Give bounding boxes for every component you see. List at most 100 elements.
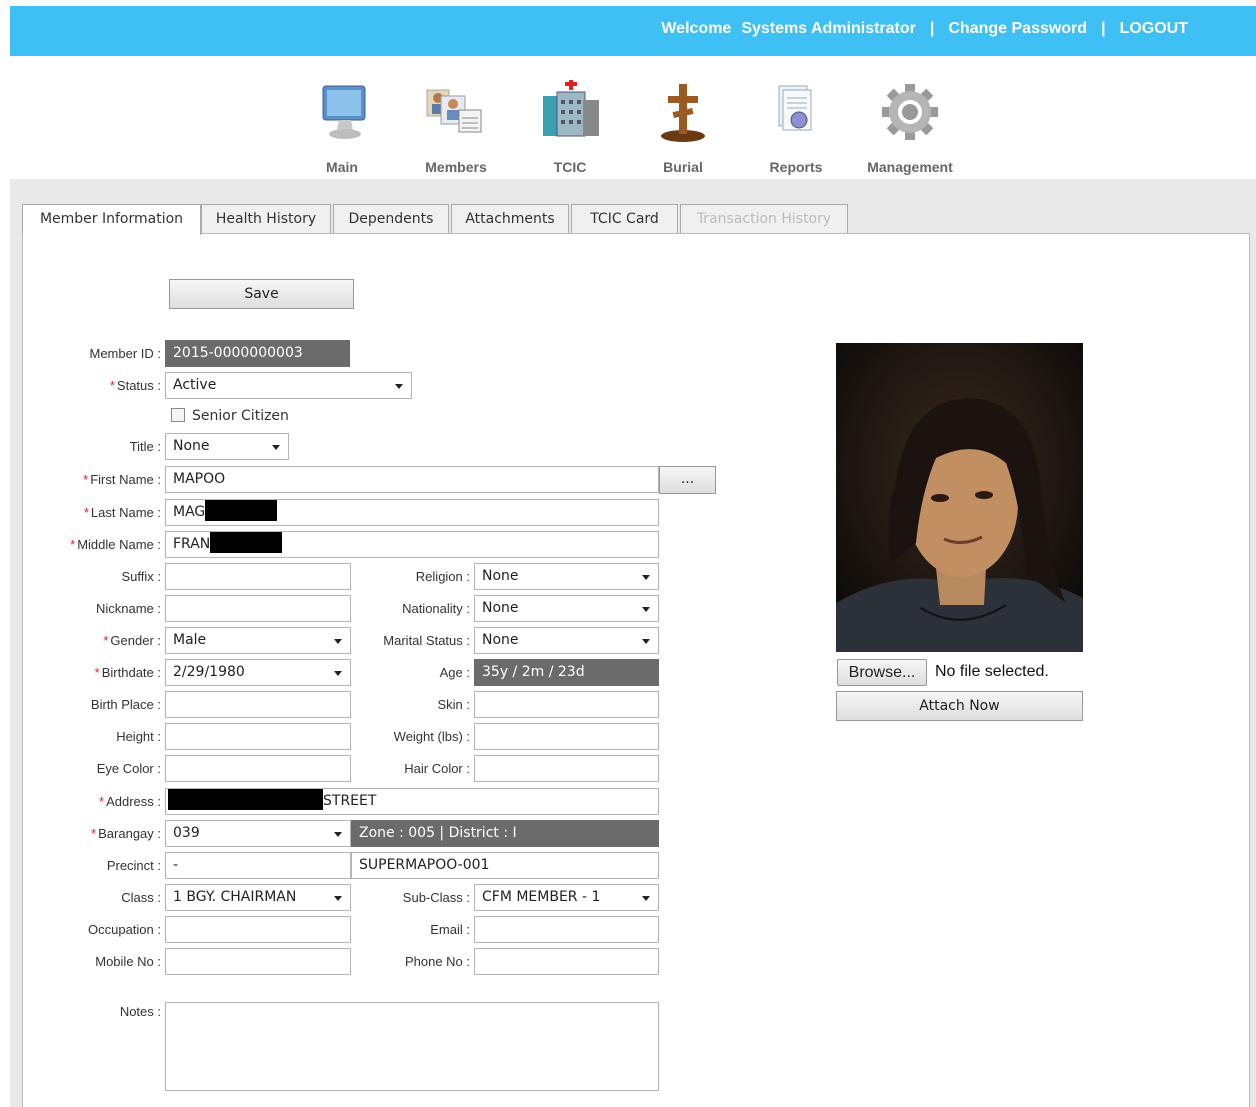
weight-input[interactable] — [474, 723, 659, 750]
precinct-code-field[interactable]: SUPERMAPOO-001 — [351, 852, 659, 879]
weight-label: Weight (lbs) : — [393, 729, 470, 744]
nav-tcic[interactable]: TCIC — [515, 78, 625, 175]
member-id-field: 2015-0000000003 — [165, 340, 350, 367]
birthdate-picker[interactable]: 2/29/1980 — [165, 659, 351, 686]
eye-color-label: Eye Color : — [96, 761, 161, 776]
tab-attachments[interactable]: Attachments — [451, 204, 569, 234]
members-icon — [401, 80, 511, 144]
precinct-input[interactable]: - — [165, 852, 351, 879]
email-label: Email : — [430, 922, 470, 937]
tab-tcic-card[interactable]: TCIC Card — [571, 204, 678, 234]
hospital-building-icon — [515, 78, 625, 144]
gender-select[interactable]: Male — [165, 627, 351, 654]
age-field: 35y / 2m / 23d — [474, 659, 659, 686]
top-bar: Welcome Systems Administrator | Change P… — [10, 6, 1256, 56]
header-separator: | — [929, 20, 935, 37]
redaction-box — [210, 532, 283, 553]
header-links: Welcome Systems Administrator | Change P… — [661, 20, 1188, 38]
attach-now-button[interactable]: Attach Now — [836, 691, 1083, 721]
title-label: Title : — [129, 439, 161, 454]
title-select[interactable]: None — [165, 433, 289, 460]
redaction-box — [205, 500, 278, 521]
occupation-input[interactable] — [165, 916, 351, 943]
hair-color-label: Hair Color : — [404, 761, 470, 776]
address-label: * Address : — [99, 794, 161, 809]
save-button[interactable]: Save — [169, 279, 354, 309]
mobile-no-input[interactable] — [165, 948, 351, 975]
nationality-select[interactable]: None — [474, 595, 659, 622]
change-password-link[interactable]: Change Password — [948, 20, 1087, 38]
middle-name-label: * Middle Name : — [70, 537, 161, 552]
last-name-input[interactable]: MAG — [165, 499, 659, 526]
birth-place-input[interactable] — [165, 691, 351, 718]
zone-district-field: Zone : 005 | District : I — [351, 820, 659, 847]
birthdate-label: * Birthdate : — [94, 665, 161, 680]
browse-button[interactable]: Browse... — [837, 659, 927, 686]
status-select[interactable]: Active — [165, 372, 412, 399]
header-separator: | — [1101, 20, 1106, 37]
barangay-select[interactable]: 039 — [165, 820, 351, 847]
first-name-lookup-button[interactable]: ... — [659, 466, 716, 494]
height-label: Height : — [116, 729, 161, 744]
report-document-icon — [741, 80, 851, 144]
suffix-input[interactable] — [165, 563, 351, 590]
member-photo — [836, 343, 1083, 652]
religion-select[interactable]: None — [474, 563, 659, 590]
senior-citizen-label: Senior Citizen — [192, 408, 289, 424]
nav-reports[interactable]: Reports — [741, 80, 851, 175]
member-id-label: Member ID : — [89, 346, 161, 361]
email-input[interactable] — [474, 916, 659, 943]
nav-reports-label: Reports — [769, 159, 823, 175]
barangay-label: * Barangay : — [91, 826, 161, 841]
gear-icon — [855, 80, 965, 144]
senior-citizen-checkbox[interactable] — [171, 408, 185, 422]
welcome-text: Welcome — [661, 20, 732, 37]
nav-management[interactable]: Management — [855, 80, 965, 175]
redaction-box — [168, 789, 323, 810]
class-select[interactable]: 1 BGY. CHAIRMAN — [165, 884, 351, 911]
suffix-label: Suffix : — [121, 569, 161, 584]
nav-main-label: Main — [326, 159, 358, 175]
logout-link[interactable]: LOGOUT — [1120, 20, 1188, 38]
nickname-input[interactable] — [165, 595, 351, 622]
precinct-label: Precinct : — [106, 858, 161, 873]
nav-members[interactable]: Members — [401, 80, 511, 175]
skin-label: Skin : — [437, 697, 470, 712]
tab-member-information[interactable]: Member Information — [22, 204, 201, 235]
marital-status-label: Marital Status : — [383, 633, 470, 648]
marital-status-select[interactable]: None — [474, 627, 659, 654]
tab-transaction-history: Transaction History — [680, 204, 848, 234]
nickname-label: Nickname : — [95, 601, 161, 616]
nav-burial-label: Burial — [663, 159, 703, 175]
nav-burial[interactable]: Burial — [628, 80, 738, 175]
file-status-text: No file selected. — [935, 663, 1049, 680]
eye-color-input[interactable] — [165, 755, 351, 782]
tab-dependents[interactable]: Dependents — [333, 204, 449, 234]
height-input[interactable] — [165, 723, 351, 750]
class-label: Class : — [121, 890, 161, 905]
status-label: * Status : — [109, 378, 161, 393]
notes-textarea[interactable] — [165, 1002, 659, 1091]
nationality-label: Nationality : — [402, 601, 470, 616]
first-name-label: * First Name : — [83, 472, 161, 487]
phone-no-label: Phone No : — [404, 954, 470, 969]
last-name-label: * Last Name : — [83, 505, 161, 520]
phone-no-input[interactable] — [474, 948, 659, 975]
nav-main[interactable]: Main — [287, 80, 397, 175]
first-name-input[interactable]: MAPOO — [165, 466, 659, 493]
middle-name-input[interactable]: FRAN — [165, 531, 659, 558]
gender-label: * Gender : — [103, 633, 161, 648]
nav-tcic-label: TCIC — [553, 159, 587, 175]
user-name: Systems Administrator — [741, 20, 916, 37]
nav-management-label: Management — [867, 159, 953, 175]
hair-color-input[interactable] — [474, 755, 659, 782]
nav-members-label: Members — [425, 159, 487, 175]
tab-health-history[interactable]: Health History — [201, 204, 331, 234]
address-input[interactable]: STREET — [165, 788, 659, 815]
monitor-icon — [287, 80, 397, 144]
occupation-label: Occupation : — [88, 922, 161, 937]
sub-class-select[interactable]: CFM MEMBER - 1 — [474, 884, 659, 911]
skin-input[interactable] — [474, 691, 659, 718]
age-label: Age : — [439, 665, 470, 680]
cross-icon — [628, 80, 738, 144]
